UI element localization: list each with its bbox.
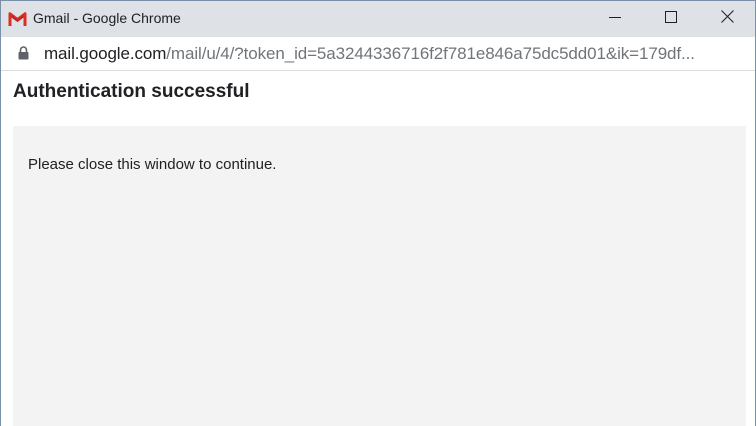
url-path: /mail/u/4/?token_id=5a3244336716f2f781e8… [166,44,695,63]
maximize-icon [665,10,677,28]
url-host: mail.google.com [44,44,167,63]
window-title: Gmail - Google Chrome [33,10,181,26]
maximize-button[interactable] [643,1,699,37]
browser-window: Gmail - Google Chrome mail.google.com/ma… [0,0,756,426]
close-button[interactable] [699,1,755,37]
url-text[interactable]: mail.google.com/mail/u/4/?token_id=5a324… [44,44,695,64]
page-content: Authentication successful Please close t… [1,71,755,426]
gmail-icon [7,11,28,27]
message-panel: Please close this window to continue. [13,126,746,426]
minimize-button[interactable] [587,1,643,37]
address-bar[interactable]: mail.google.com/mail/u/4/?token_id=5a324… [1,37,755,71]
title-bar[interactable]: Gmail - Google Chrome [1,1,755,37]
message-text: Please close this window to continue. [28,156,277,173]
close-icon [720,10,734,28]
minimize-icon [609,10,621,28]
page-title: Authentication successful [13,81,250,102]
lock-icon[interactable] [18,46,29,60]
